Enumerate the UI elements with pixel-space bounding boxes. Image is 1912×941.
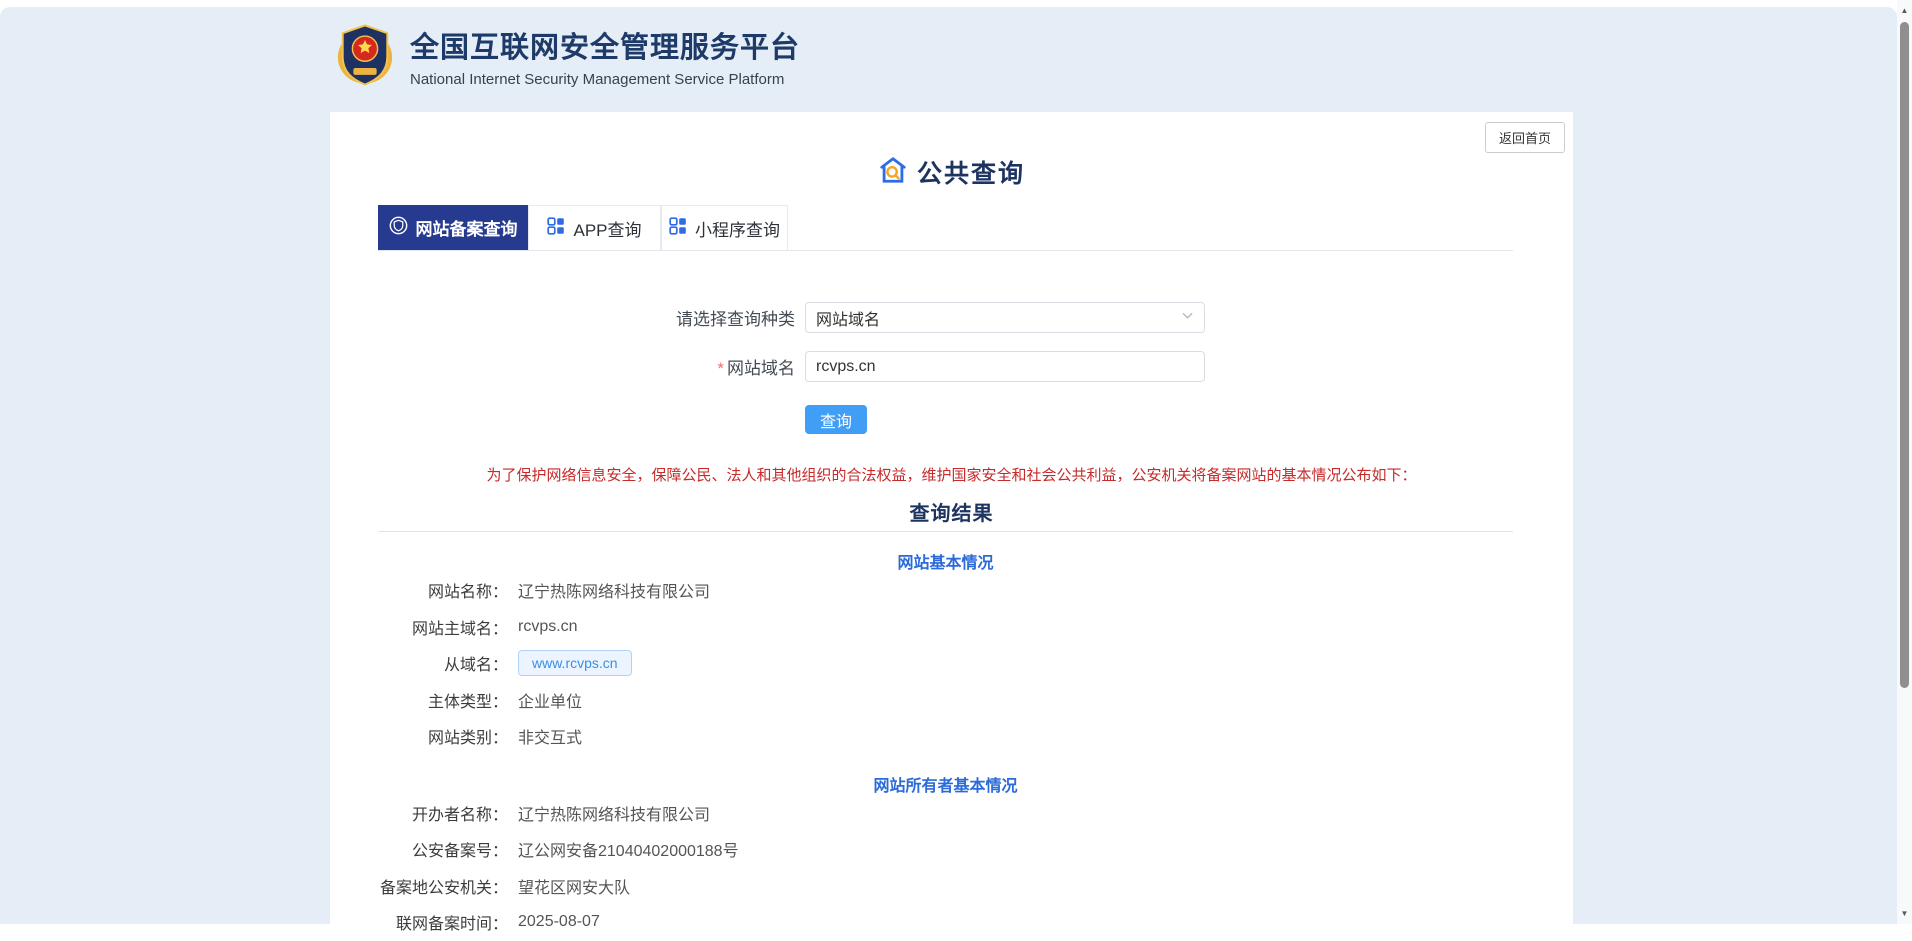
domain-input[interactable] [805,351,1205,382]
vertical-scrollbar[interactable]: ▲ ▼ [1897,0,1912,924]
domain-input-row: *网站域名 [330,351,1573,382]
scrollbar-thumb[interactable] [1900,22,1909,688]
section-heading-owner-basic[interactable]: 网站所有者基本情况 [378,772,1513,795]
query-type-select[interactable]: 网站域名 [805,302,1205,333]
result-body: 网站基本情况 网站名称： 辽宁热陈网络科技有限公司 网站主域名： rcvps.c… [378,549,1513,941]
back-home-button[interactable]: 返回首页 [1485,122,1565,153]
row-value: 辽宁热陈网络科技有限公司 [518,578,710,602]
row-value: 非交互式 [518,724,582,748]
main-panel: 返回首页 公共查询 网站备案查询 [330,112,1573,924]
row-label: 网站名称： [378,578,508,602]
security-notice: 为了保护网络信息安全，保障公民、法人和其他组织的合法权益，维护国家安全和社会公共… [330,464,1573,485]
table-row: 开办者名称： 辽宁热陈网络科技有限公司 [378,795,1513,832]
table-row: 公安备案号： 辽公网安备21040402000188号 [378,831,1513,868]
tab-miniprogram-query[interactable]: 小程序查询 [661,205,788,250]
page-title-label: 公共查询 [917,154,1025,190]
table-row: 联网备案时间： 2025-08-07 [378,904,1513,941]
table-row: 备案地公安机关： 望花区网安大队 [378,868,1513,905]
table-row: 网站主域名： rcvps.cn [378,609,1513,646]
tab-website-record-query[interactable]: 网站备案查询 [378,205,528,250]
site-subtitle: National Internet Security Management Se… [410,71,800,88]
table-row: 从域名： www.rcvps.cn [378,645,1513,682]
row-value: www.rcvps.cn [518,650,632,676]
tab-label: 小程序查询 [695,216,780,241]
row-label: 网站主域名： [378,615,508,639]
tab-label: APP查询 [573,216,641,241]
row-label: 联网备案时间： [378,910,508,934]
police-emblem-icon [334,20,396,92]
scrollbar-down-arrow[interactable]: ▼ [1897,906,1912,921]
required-asterisk: * [717,359,724,378]
scrollbar-up-arrow[interactable]: ▲ [1897,3,1912,18]
site-header: 全国互联网安全管理服务平台 National Internet Security… [334,20,800,92]
house-search-icon [878,155,908,190]
tab-label: 网站备案查询 [416,215,518,240]
row-value: 企业单位 [518,688,582,712]
row-label: 备案地公安机关： [378,874,508,898]
page-title: 公共查询 [330,154,1573,190]
query-type-row: 请选择查询种类 网站域名 [330,302,1573,333]
row-value: 辽宁热陈网络科技有限公司 [518,801,710,825]
domain-label: *网站域名 [330,354,795,379]
sub-domain-tag[interactable]: www.rcvps.cn [518,650,632,676]
section-heading-website-basic[interactable]: 网站基本情况 [378,549,1513,572]
row-label: 网站类别： [378,724,508,748]
row-value: 辽公网安备21040402000188号 [518,837,739,861]
divider-line [378,531,1513,532]
query-submit-button[interactable]: 查询 [805,405,867,434]
row-label: 从域名： [378,651,508,675]
site-title: 全国互联网安全管理服务平台 [410,24,800,66]
row-value: rcvps.cn [518,618,578,636]
row-label: 公安备案号： [378,837,508,861]
query-type-selected-value: 网站域名 [816,306,880,330]
table-row: 网站名称： 辽宁热陈网络科技有限公司 [378,572,1513,609]
grid-app-icon [547,217,565,240]
table-row: 网站类别： 非交互式 [378,718,1513,755]
row-value: 2025-08-07 [518,913,600,931]
tab-app-query[interactable]: APP查询 [528,205,661,250]
table-row: 主体类型： 企业单位 [378,682,1513,719]
chevron-down-icon [1181,309,1194,327]
result-title: 查询结果 [330,497,1573,526]
shield-badge-icon [389,216,408,240]
grid-miniprogram-icon [669,217,687,240]
row-label: 开办者名称： [378,801,508,825]
row-label: 主体类型： [378,688,508,712]
query-tabs: 网站备案查询 APP查询 小程序 [378,205,1513,251]
row-value: 望花区网安大队 [518,874,630,898]
query-type-label: 请选择查询种类 [330,305,795,330]
